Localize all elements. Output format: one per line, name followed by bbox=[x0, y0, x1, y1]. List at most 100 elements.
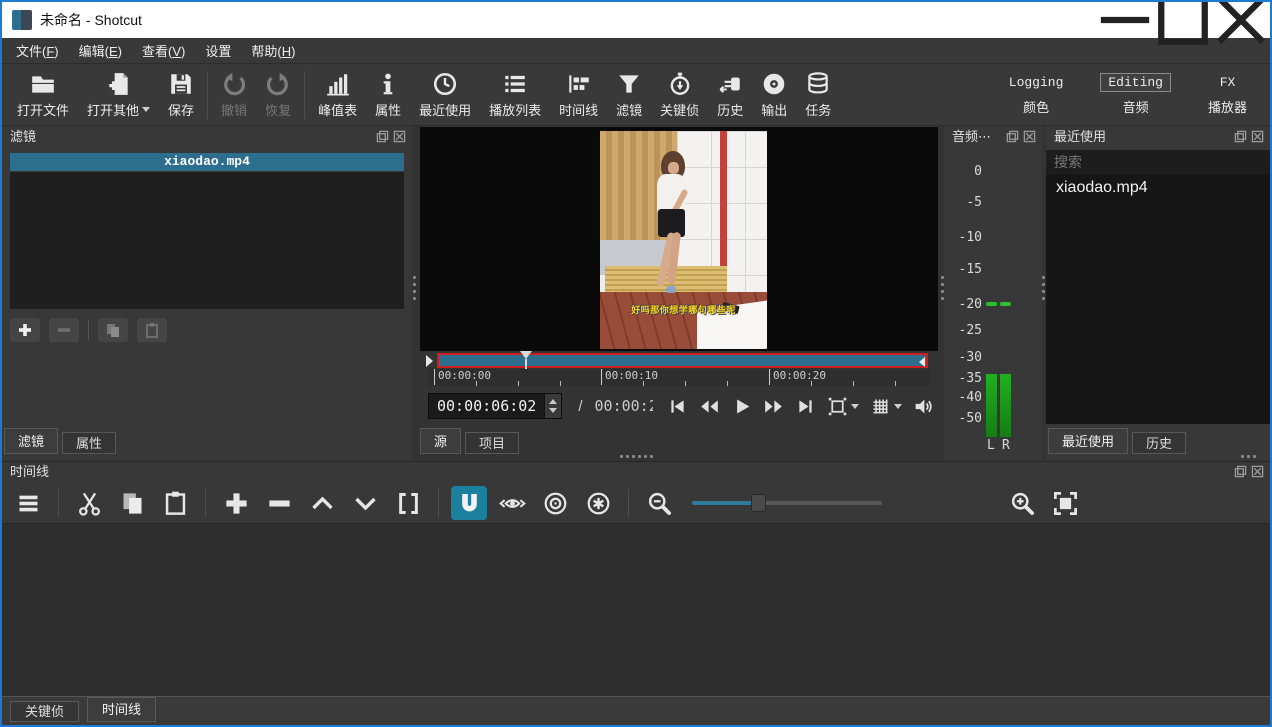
float-panel-icon[interactable] bbox=[1234, 130, 1247, 143]
position-value[interactable]: 00:00:06:02 bbox=[429, 394, 544, 418]
open-file-button[interactable]: 打开文件 bbox=[8, 67, 78, 123]
grid-icon[interactable] bbox=[870, 396, 891, 417]
tab-history[interactable]: 历史 bbox=[1132, 432, 1186, 454]
menu-edit[interactable]: 编辑(E) bbox=[69, 37, 132, 64]
open-other-button[interactable]: 打开其他 bbox=[78, 67, 159, 123]
copy-filters-button[interactable] bbox=[98, 318, 128, 342]
snap-button[interactable] bbox=[451, 486, 487, 520]
tab-properties[interactable]: 属性 bbox=[62, 432, 116, 454]
trim-out-marker[interactable] bbox=[919, 357, 925, 367]
lift-button[interactable] bbox=[304, 486, 340, 520]
position-spinner[interactable]: 00:00:06:02 bbox=[428, 393, 562, 419]
splitter-handle[interactable] bbox=[620, 455, 653, 458]
layout-player[interactable]: 播放器 bbox=[1201, 96, 1254, 117]
peak-meter-button[interactable]: 峰值表 bbox=[309, 67, 366, 123]
paste-filters-button[interactable] bbox=[137, 318, 167, 342]
layout-audio[interactable]: 音频 bbox=[1100, 96, 1171, 117]
tab-source[interactable]: 源 bbox=[420, 428, 461, 454]
skip-to-end-button[interactable] bbox=[795, 396, 816, 417]
tab-keyframes[interactable]: 关键侦 bbox=[10, 701, 79, 722]
cut-button[interactable] bbox=[71, 486, 107, 520]
splitter-handle[interactable] bbox=[1241, 455, 1256, 458]
skip-to-start-button[interactable] bbox=[667, 396, 688, 417]
timeline-tracks-area[interactable] bbox=[2, 524, 1270, 696]
layout-logging[interactable]: Logging bbox=[1002, 74, 1071, 91]
menu-file[interactable]: 文件(F) bbox=[6, 37, 69, 64]
layout-fx[interactable]: FX bbox=[1201, 74, 1254, 91]
history-button[interactable]: 历史 bbox=[708, 67, 752, 123]
zoom-out-button[interactable] bbox=[641, 486, 677, 520]
close-panel-icon[interactable] bbox=[1251, 130, 1264, 143]
filters-button[interactable]: 滤镜 bbox=[607, 67, 651, 123]
title-bar[interactable]: 未命名 - Shotcut bbox=[2, 2, 1270, 38]
copy-button[interactable] bbox=[114, 486, 150, 520]
spin-down-icon[interactable] bbox=[549, 408, 557, 413]
scrub-while-dragging-button[interactable] bbox=[494, 486, 530, 520]
playhead[interactable] bbox=[520, 351, 532, 369]
spin-up-icon[interactable] bbox=[549, 399, 557, 404]
volume-button[interactable] bbox=[913, 396, 934, 417]
grid-group[interactable] bbox=[870, 396, 902, 417]
trim-in-marker[interactable] bbox=[426, 355, 433, 367]
ripple-button[interactable] bbox=[537, 486, 573, 520]
scrubber-bar[interactable] bbox=[437, 353, 928, 368]
ripple-delete-button[interactable] bbox=[261, 486, 297, 520]
fast-forward-button[interactable] bbox=[763, 396, 784, 417]
tab-filters[interactable]: 滤镜 bbox=[4, 428, 58, 454]
recent-button[interactable]: 最近使用 bbox=[410, 67, 480, 123]
zoom-toggle-icon[interactable] bbox=[827, 396, 848, 417]
layout-color[interactable]: 颜色 bbox=[1002, 96, 1071, 117]
float-panel-icon[interactable] bbox=[1006, 130, 1019, 143]
undo-button[interactable]: 撤销 bbox=[212, 67, 256, 123]
close-panel-icon[interactable] bbox=[393, 130, 406, 143]
menu-view[interactable]: 查看(V) bbox=[132, 37, 195, 64]
close-panel-icon[interactable] bbox=[1023, 130, 1036, 143]
filters-list[interactable] bbox=[10, 172, 404, 309]
close-panel-icon[interactable] bbox=[1251, 465, 1264, 478]
timeline-menu-button[interactable] bbox=[10, 486, 46, 520]
splitter-handle[interactable] bbox=[1042, 276, 1045, 300]
remove-filter-button[interactable] bbox=[49, 318, 79, 342]
timeline-button[interactable]: 时间线 bbox=[550, 67, 607, 123]
rewind-button[interactable] bbox=[699, 396, 720, 417]
float-panel-icon[interactable] bbox=[376, 130, 389, 143]
overwrite-button[interactable] bbox=[347, 486, 383, 520]
plug-icon bbox=[717, 71, 743, 97]
append-button[interactable] bbox=[218, 486, 254, 520]
properties-button[interactable]: 属性 bbox=[366, 67, 410, 123]
play-button[interactable] bbox=[731, 396, 752, 417]
maximize-button[interactable] bbox=[1154, 2, 1212, 38]
zoom-fit-button[interactable] bbox=[1047, 486, 1083, 520]
split-button[interactable] bbox=[390, 486, 426, 520]
meter-scale-label: -30 bbox=[944, 350, 982, 365]
list-item[interactable]: xiaodao.mp4 bbox=[1046, 174, 1270, 202]
spinner-buttons[interactable] bbox=[544, 394, 561, 418]
keyframes-button[interactable]: 关键侦 bbox=[651, 67, 708, 123]
zoom-toggle-group[interactable] bbox=[827, 396, 859, 417]
tab-timeline[interactable]: 时间线 bbox=[87, 697, 156, 722]
redo-button[interactable]: 恢复 bbox=[256, 67, 300, 123]
tab-recent[interactable]: 最近使用 bbox=[1048, 428, 1128, 454]
ripple-all-button[interactable] bbox=[580, 486, 616, 520]
menu-help[interactable]: 帮助(H) bbox=[241, 37, 305, 64]
playlist-button[interactable]: 播放列表 bbox=[480, 67, 550, 123]
jobs-button[interactable]: 任务 bbox=[796, 67, 840, 123]
selected-clip-bar: xiaodao.mp4 bbox=[10, 153, 404, 171]
float-panel-icon[interactable] bbox=[1234, 465, 1247, 478]
splitter-handle[interactable] bbox=[413, 276, 416, 300]
player-scrubber[interactable] bbox=[428, 353, 930, 369]
minimize-button[interactable] bbox=[1096, 2, 1154, 38]
menu-settings[interactable]: 设置 bbox=[195, 37, 241, 64]
layout-editing[interactable]: Editing bbox=[1100, 73, 1171, 92]
zoom-slider-handle[interactable] bbox=[751, 494, 766, 512]
output-button[interactable]: 输出 bbox=[752, 67, 796, 123]
timeline-zoom-slider[interactable] bbox=[692, 493, 882, 513]
search-input[interactable] bbox=[1046, 150, 1270, 174]
zoom-in-button[interactable] bbox=[1004, 486, 1040, 520]
close-button[interactable] bbox=[1212, 2, 1270, 38]
splitter-handle[interactable] bbox=[941, 276, 944, 300]
paste-button[interactable] bbox=[157, 486, 193, 520]
save-button[interactable]: 保存 bbox=[159, 67, 203, 123]
add-filter-button[interactable] bbox=[10, 318, 40, 342]
tab-project[interactable]: 项目 bbox=[465, 432, 519, 454]
